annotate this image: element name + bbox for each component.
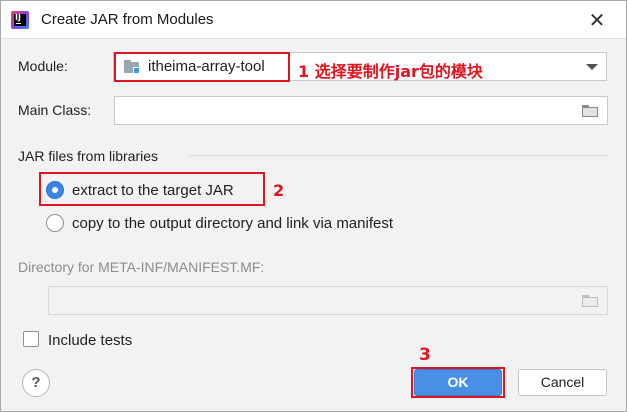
dialog-title: Create JAR from Modules bbox=[41, 11, 214, 28]
main-class-field[interactable] bbox=[114, 96, 608, 125]
radio-copy-label[interactable]: copy to the output directory and link vi… bbox=[72, 215, 393, 232]
module-label: Module: bbox=[18, 58, 68, 74]
annotation-step-3: 3 bbox=[419, 345, 431, 365]
browse-folder-icon[interactable] bbox=[582, 105, 598, 117]
include-tests-checkbox[interactable] bbox=[23, 331, 39, 347]
annotation-step-1: 1 选择要制作jar包的模块 bbox=[298, 62, 483, 81]
main-class-label: Main Class: bbox=[18, 102, 92, 118]
cancel-button[interactable]: Cancel bbox=[518, 369, 607, 396]
section-divider bbox=[189, 155, 609, 156]
dropdown-arrow-icon[interactable] bbox=[586, 64, 598, 70]
include-tests-label[interactable]: Include tests bbox=[48, 332, 132, 349]
annotation-box-module bbox=[114, 52, 290, 82]
radio-copy[interactable] bbox=[46, 214, 64, 232]
annotation-box-ok bbox=[411, 367, 505, 398]
manifest-dir-field[interactable] bbox=[48, 286, 608, 315]
annotation-step-2: 2 bbox=[273, 181, 285, 200]
manifest-dir-label: Directory for META-INF/MANIFEST.MF: bbox=[18, 259, 265, 275]
title-bar: IJ Create JAR from Modules ✕ bbox=[1, 1, 626, 39]
create-jar-dialog: IJ Create JAR from Modules ✕ Module: ith… bbox=[0, 0, 627, 412]
close-icon[interactable]: ✕ bbox=[585, 8, 609, 32]
help-icon[interactable]: ? bbox=[22, 369, 50, 397]
annotation-box-extract bbox=[39, 172, 265, 206]
intellij-app-icon: IJ bbox=[11, 11, 29, 29]
libraries-section-label: JAR files from libraries bbox=[18, 148, 159, 164]
browse-folder-icon[interactable] bbox=[582, 295, 598, 307]
